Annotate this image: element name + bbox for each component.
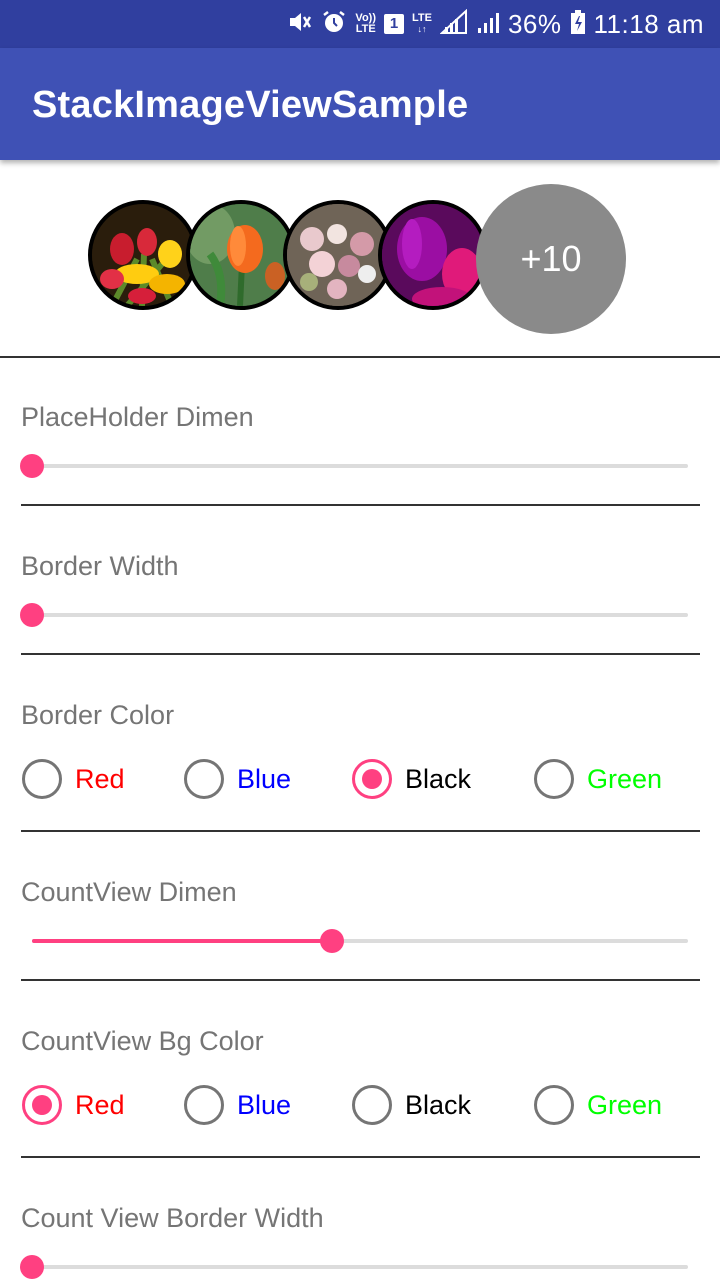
countview-bg-radio-blue[interactable]: Blue xyxy=(184,1080,291,1130)
slider-thumb[interactable] xyxy=(20,603,44,627)
border-color-radio-group: Red Blue Black Green xyxy=(0,754,720,804)
status-icons: Vo)) LTE 1 LTE ↓↑ 36% 11:18 am xyxy=(287,0,704,48)
radio-button[interactable] xyxy=(534,759,574,799)
countview-bg-radio-red[interactable]: Red xyxy=(22,1080,125,1130)
alarm-icon xyxy=(321,9,347,40)
slider-track xyxy=(32,1265,688,1269)
slider-thumb[interactable] xyxy=(20,454,44,478)
section-divider xyxy=(21,979,700,981)
section-divider xyxy=(21,653,700,655)
radio-button[interactable] xyxy=(352,759,392,799)
border-color-radio-blue[interactable]: Blue xyxy=(184,754,291,804)
count-view-border-width-label: Count View Border Width xyxy=(21,1203,324,1233)
radio-button[interactable] xyxy=(184,759,224,799)
radio-label: Green xyxy=(587,1089,663,1120)
border-color-radio-red[interactable]: Red xyxy=(22,754,125,804)
slider-thumb[interactable] xyxy=(320,929,344,953)
volte-icon: Vo)) LTE xyxy=(355,13,376,35)
placeholder-dimen-slider[interactable] xyxy=(20,451,688,481)
radio-label: Blue xyxy=(237,1089,292,1120)
border-width-label: Border Width xyxy=(21,551,179,581)
countview-bg-color-radio-group: Red Blue Black Green xyxy=(0,1080,720,1130)
countview-dimen-label: CountView Dimen xyxy=(21,877,237,907)
countview-dimen-slider[interactable] xyxy=(32,926,688,956)
radio-label: Black xyxy=(405,1089,472,1120)
countview-bg-color-label: CountView Bg Color xyxy=(21,1026,264,1056)
countview-bg-radio-black[interactable]: Black xyxy=(352,1080,471,1130)
radio-label: Blue xyxy=(237,763,292,794)
countview-bg-radio-green[interactable]: Green xyxy=(534,1080,662,1130)
radio-label: Red xyxy=(75,1089,125,1120)
radio-button[interactable] xyxy=(184,1085,224,1125)
stack-image-view: +10 xyxy=(0,160,720,357)
border-color-radio-black[interactable]: Black xyxy=(352,754,471,804)
section-divider xyxy=(21,1156,700,1158)
signal-icon xyxy=(439,8,468,40)
stack-image-purple-tulips xyxy=(378,200,488,310)
radio-button[interactable] xyxy=(22,759,62,799)
app-bar: StackImageViewSample xyxy=(0,48,720,160)
border-color-radio-green[interactable]: Green xyxy=(534,754,662,804)
battery-percent: 36% xyxy=(507,8,562,39)
radio-button[interactable] xyxy=(22,1085,62,1125)
lte-text: LTE xyxy=(412,12,432,24)
status-bar: Vo)) LTE 1 LTE ↓↑ 36% 11:18 am xyxy=(0,0,720,48)
border-width-slider[interactable] xyxy=(20,600,688,630)
app-title: StackImageViewSample xyxy=(32,84,469,126)
battery-icon xyxy=(570,9,586,40)
header-divider xyxy=(0,356,720,358)
count-view-border-width-slider[interactable] xyxy=(20,1252,688,1282)
slider-track xyxy=(32,613,688,617)
lte-icon: LTE ↓↑ xyxy=(412,12,432,35)
section-divider xyxy=(21,830,700,832)
slider-thumb[interactable] xyxy=(20,1255,44,1279)
radio-label: Green xyxy=(587,763,663,794)
radio-label: Black xyxy=(405,763,472,794)
slider-fill xyxy=(32,939,332,943)
stack-image-flower-bouquet xyxy=(283,200,393,310)
mute-icon xyxy=(287,9,313,40)
signal-icon-2 xyxy=(476,9,500,40)
section-divider xyxy=(21,504,700,506)
count-view: +10 xyxy=(476,184,626,334)
stack-image-orange-tulip xyxy=(186,200,296,310)
placeholder-dimen-label: PlaceHolder Dimen xyxy=(21,402,254,432)
radio-label: Red xyxy=(75,763,125,794)
border-color-label: Border Color xyxy=(21,700,175,730)
stack-image-red-yellow-tulips xyxy=(88,200,198,310)
slider-track xyxy=(32,464,688,468)
volte-lte-text: LTE xyxy=(355,23,376,35)
radio-button[interactable] xyxy=(352,1085,392,1125)
status-time: 11:18 am xyxy=(593,8,704,39)
sim1-icon: 1 xyxy=(384,14,404,34)
radio-button[interactable] xyxy=(534,1085,574,1125)
